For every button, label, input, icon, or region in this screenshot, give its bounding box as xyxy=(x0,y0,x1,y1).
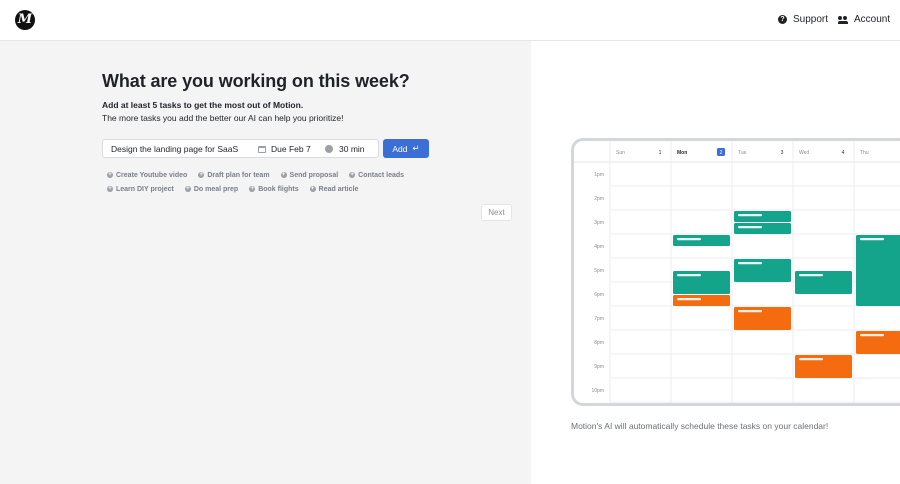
calendar-event xyxy=(673,235,730,246)
event-title-placeholder xyxy=(677,274,701,277)
task-name-input[interactable]: Design the landing page for SaaS xyxy=(111,144,238,154)
suggestion-label: Do meal prep xyxy=(193,185,239,193)
suggestion-chip[interactable]: + Learn DIY project xyxy=(107,186,174,193)
day-name: Tue xyxy=(738,150,747,156)
enter-icon: ↵ xyxy=(412,143,420,153)
support-link[interactable]: ? Support xyxy=(778,14,828,25)
clock-icon xyxy=(325,145,333,153)
suggestion-label: Contact leads xyxy=(358,171,405,179)
event-title-placeholder xyxy=(738,310,762,313)
hour-label: 3pm xyxy=(594,220,604,226)
suggestion-chip[interactable]: + Read article xyxy=(309,185,359,193)
plus-icon: + xyxy=(107,172,113,178)
day-date: 4 xyxy=(842,150,845,156)
suggestion-label: Draft plan for team xyxy=(207,171,270,179)
suggestion-label: Send proposal xyxy=(289,171,339,179)
event-title-placeholder xyxy=(677,298,701,301)
plus-icon: + xyxy=(309,186,316,192)
suggestion-row: + Learn DIY project + Do meal prep + Book fli… xyxy=(107,182,437,196)
calendar-preview: 1pm 2pm 3pm 4pm 5pm 6pm 7pm 8pm 9pm 10pm Sun 1 Mon 2 T… xyxy=(571,138,900,406)
event-title-placeholder xyxy=(738,262,762,265)
event-title-placeholder xyxy=(738,214,762,217)
calendar-caption: Motion's AI will automatically schedule … xyxy=(571,421,829,431)
suggestion-chip[interactable]: + Contact leads xyxy=(349,172,404,179)
hour-label: 1pm xyxy=(594,172,604,178)
event-title-placeholder xyxy=(860,238,884,241)
day-name: Wed xyxy=(799,150,809,156)
calendar-event xyxy=(734,211,791,222)
plus-icon: + xyxy=(280,172,287,178)
add-label: Add xyxy=(392,143,408,154)
hour-label: 2pm xyxy=(594,196,604,202)
account-label: Account xyxy=(854,14,891,25)
day-name: Sun xyxy=(616,150,625,156)
due-date-label: Due Feb 7 xyxy=(271,144,311,154)
hour-label: 10pm xyxy=(591,388,604,394)
event-title-placeholder xyxy=(677,238,701,241)
calendar-grid: 1pm 2pm 3pm 4pm 5pm 6pm 7pm 8pm 9pm 10pm Sun 1 Mon 2 T… xyxy=(574,141,900,403)
calendar-event xyxy=(856,235,900,306)
top-bar: M ? Support Account xyxy=(0,0,900,41)
hour-label: 7pm xyxy=(594,316,604,322)
suggestion-chip[interactable]: + Book flights xyxy=(249,185,299,193)
suggestion-chip[interactable]: + Send proposal xyxy=(280,171,339,179)
hour-label: 4pm xyxy=(594,244,604,250)
suggestion-label: Read article xyxy=(318,185,359,193)
page-subtitle: Add at least 5 tasks to get the most out… xyxy=(102,100,304,110)
plus-icon: + xyxy=(107,186,113,192)
suggestion-label: Create Youtube video xyxy=(116,171,188,179)
next-button[interactable]: Next xyxy=(481,204,512,221)
add-task-button[interactable]: Add ↵ xyxy=(383,139,429,158)
calendar-event xyxy=(673,295,730,306)
plus-icon: + xyxy=(198,172,205,178)
day-name: Mon xyxy=(677,150,687,156)
suggestion-label: Book flights xyxy=(258,185,299,193)
hour-label: 6pm xyxy=(594,292,604,298)
day-date: 3 xyxy=(781,150,784,156)
suggestion-label: Learn DIY project xyxy=(116,185,174,193)
event-title-placeholder xyxy=(799,274,823,277)
hour-label: 8pm xyxy=(594,340,604,346)
due-date-picker[interactable]: Due Feb 7 xyxy=(258,144,311,154)
calendar-event xyxy=(734,223,791,234)
duration-picker[interactable]: 30 min xyxy=(325,144,365,154)
event-title-placeholder xyxy=(799,358,823,361)
event-title-placeholder xyxy=(738,226,762,229)
calendar-icon xyxy=(258,145,266,153)
suggestion-chip[interactable]: + Draft plan for team xyxy=(198,171,270,179)
suggestion-chip[interactable]: + Create Youtube video xyxy=(107,172,187,179)
plus-icon: + xyxy=(184,186,191,192)
people-icon xyxy=(838,15,848,24)
page-subtext: The more tasks you add the better our AI… xyxy=(102,113,344,123)
motion-logo[interactable]: M xyxy=(15,10,35,30)
suggestion-row: + Create Youtube video + Draft plan for tea… xyxy=(107,168,437,182)
duration-label: 30 min xyxy=(339,144,365,154)
day-name: Thu xyxy=(860,150,869,156)
task-entry-box[interactable]: Design the landing page for SaaS Due Feb… xyxy=(102,139,379,158)
day-date: 2 xyxy=(720,150,723,156)
task-suggestions: + Create Youtube video + Draft plan for tea… xyxy=(107,168,437,196)
suggestion-chip[interactable]: + Do meal prep xyxy=(184,185,239,193)
account-link[interactable]: Account xyxy=(838,14,890,25)
plus-icon: + xyxy=(349,172,356,178)
help-icon: ? xyxy=(778,15,787,24)
day-date: 1 xyxy=(659,150,662,156)
hour-label: 5pm xyxy=(594,268,604,274)
plus-icon: + xyxy=(249,186,256,192)
hour-label: 9pm xyxy=(594,364,604,370)
page-title: What are you working on this week? xyxy=(102,71,410,91)
event-title-placeholder xyxy=(860,334,884,337)
support-label: Support xyxy=(793,14,829,25)
